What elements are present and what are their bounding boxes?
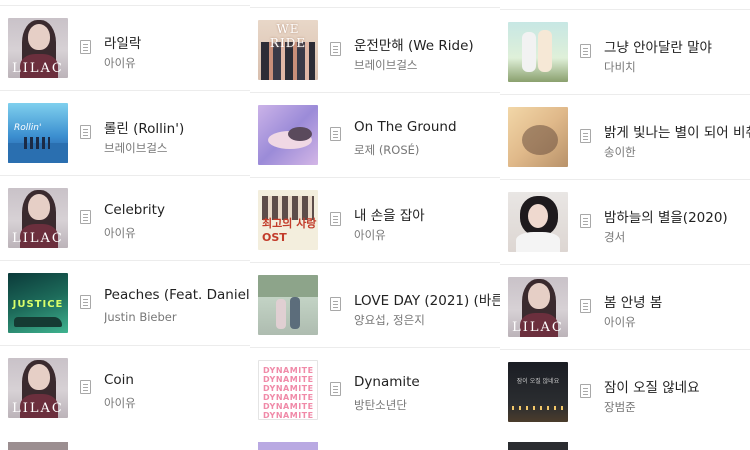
track-artist[interactable]: 다비치 <box>604 59 750 75</box>
track-artist[interactable]: 송이한 <box>604 144 750 160</box>
track-item[interactable]: LILAC Celebrity 아이유 <box>0 175 250 260</box>
track-item[interactable]: LILAC Coin 아이유 <box>0 345 250 430</box>
album-art-partial <box>508 442 568 450</box>
lyrics-icon[interactable] <box>80 380 91 394</box>
album-art-text: 잠이 오질 않네요 <box>516 378 560 385</box>
lyrics-icon[interactable] <box>580 44 591 58</box>
track-artist[interactable]: 아이유 <box>354 227 500 243</box>
track-title[interactable]: Coin <box>104 372 250 388</box>
chart-column-1: LILAC 라일락 아이유 Rollin' 롤린 (Rollin') 브레이브걸… <box>0 0 250 450</box>
lyrics-icon[interactable] <box>580 384 591 398</box>
album-art-text: DYNAMITE <box>263 393 314 402</box>
album-art[interactable] <box>508 107 568 167</box>
album-art-text: DYNAMITE <box>263 375 314 384</box>
lyrics-icon[interactable] <box>330 382 341 396</box>
track-title[interactable]: 밝게 빛나는 별이 되어 비춰줄게 <box>604 121 750 141</box>
track-artist[interactable]: 장범준 <box>604 399 750 415</box>
track-item[interactable]: JUSTICE Peaches (Feat. Daniel Caesar & G… <box>0 260 250 345</box>
album-art[interactable]: Rollin' <box>8 103 68 163</box>
track-artist[interactable]: 양요섭, 정은지 <box>354 312 500 328</box>
album-art-text: DYNAMITE <box>263 366 314 375</box>
track-item[interactable]: LILAC 봄 안녕 봄 아이유 <box>500 264 750 349</box>
track-title[interactable]: 라일락 <box>104 32 250 52</box>
track-item[interactable]: On The Ground 로제 (ROSÉ) <box>250 92 500 177</box>
track-item[interactable]: WE RIDE 운전만해 (We Ride) 브레이브걸스 <box>250 7 500 92</box>
lyrics-icon[interactable] <box>580 299 591 313</box>
album-art[interactable]: DYNAMITE DYNAMITE DYNAMITE DYNAMITE DYNAMITE… <box>258 360 318 420</box>
track-item[interactable]: LOVE DAY (2021) (바른 연애 길잡이 X 양요섭, 정은지) 양… <box>250 262 500 347</box>
track-title[interactable]: On The Ground <box>354 119 500 135</box>
lyrics-icon[interactable] <box>580 129 591 143</box>
track-artist[interactable]: 아이유 <box>104 55 250 71</box>
chart-column-3: 그냥 안아달란 말야 다비치 밝게 빛나는 별이 되어 비춰줄게 송이한 밤하늘… <box>500 0 750 450</box>
lyrics-icon[interactable] <box>80 125 91 139</box>
album-art-text: LILAC <box>12 401 64 416</box>
album-art-text: LILAC <box>12 61 64 76</box>
album-art[interactable]: LILAC <box>508 277 568 337</box>
track-title[interactable]: 밤하늘의 별을(2020) <box>604 206 750 226</box>
track-artist[interactable]: 방탄소년단 <box>354 397 500 413</box>
track-title[interactable]: Peaches (Feat. Daniel Caesar & Giveon) <box>104 287 250 303</box>
album-art-text: LILAC <box>12 231 64 246</box>
lyrics-icon[interactable] <box>330 42 341 56</box>
lyrics-icon[interactable] <box>330 212 341 226</box>
album-art[interactable]: WE RIDE <box>258 20 318 80</box>
track-artist[interactable]: Justin Bieber <box>104 310 250 324</box>
album-art[interactable] <box>508 192 568 252</box>
lyrics-icon[interactable] <box>330 297 341 311</box>
lyrics-icon[interactable] <box>80 295 91 309</box>
track-item[interactable]: 최고의 사랑 OST 내 손을 잡아 아이유 <box>250 177 500 262</box>
lyrics-icon[interactable] <box>330 127 341 141</box>
lyrics-icon[interactable] <box>580 214 591 228</box>
track-item[interactable]: DYNAMITE DYNAMITE DYNAMITE DYNAMITE DYNAMITE… <box>250 347 500 432</box>
track-item[interactable]: 밤하늘의 별을(2020) 경서 <box>500 179 750 264</box>
album-art-text: DYNAMITE <box>263 402 314 411</box>
track-artist[interactable]: 아이유 <box>104 395 250 411</box>
track-artist[interactable]: 아이유 <box>604 314 750 330</box>
track-title[interactable]: Dynamite <box>354 374 500 390</box>
album-art-partial <box>8 442 68 450</box>
track-artist[interactable]: 브레이브걸스 <box>104 140 250 156</box>
track-artist[interactable]: 브레이브걸스 <box>354 57 500 73</box>
track-title[interactable]: 봄 안녕 봄 <box>604 291 750 311</box>
album-art[interactable]: JUSTICE <box>8 273 68 333</box>
album-art[interactable]: 최고의 사랑 OST <box>258 190 318 250</box>
track-title[interactable]: 롤린 (Rollin') <box>104 117 250 137</box>
track-item[interactable]: 그냥 안아달란 말야 다비치 <box>500 9 750 94</box>
track-title[interactable]: Celebrity <box>104 202 250 218</box>
album-art-text: WE RIDE <box>269 22 307 50</box>
track-item[interactable]: Rollin' 롤린 (Rollin') 브레이브걸스 <box>0 90 250 175</box>
album-art[interactable]: 잠이 오질 않네요 <box>508 362 568 422</box>
album-art-text: JUSTICE <box>12 299 64 310</box>
album-art[interactable]: LILAC <box>8 358 68 418</box>
track-item[interactable]: 잠이 오질 않네요 잠이 오질 않네요 장범준 <box>500 349 750 434</box>
album-art[interactable] <box>258 275 318 335</box>
album-art[interactable] <box>258 105 318 165</box>
track-item[interactable]: 밝게 빛나는 별이 되어 비춰줄게 송이한 <box>500 94 750 179</box>
album-art[interactable] <box>508 22 568 82</box>
track-artist[interactable]: 아이유 <box>104 225 250 241</box>
track-title[interactable]: 그냥 안아달란 말야 <box>604 36 750 56</box>
album-art-text: DYNAMITE <box>263 384 314 393</box>
track-artist[interactable]: 로제 (ROSÉ) <box>354 142 500 158</box>
album-art-text: Rollin' <box>14 123 42 133</box>
album-art[interactable]: LILAC <box>8 18 68 78</box>
album-art-text: LILAC <box>512 320 564 335</box>
album-art-text: 최고의 사랑 OST <box>262 217 317 244</box>
chart-column-2: WE RIDE 운전만해 (We Ride) 브레이브걸스 On The Gro… <box>250 0 500 450</box>
track-artist[interactable]: 경서 <box>604 229 750 245</box>
album-art-text: DYNAMITE <box>263 411 314 420</box>
track-title[interactable]: LOVE DAY (2021) (바른 연애 길잡이 X 양요섭, 정은지) <box>354 289 500 309</box>
track-title[interactable]: 운전만해 (We Ride) <box>354 34 500 54</box>
lyrics-icon[interactable] <box>80 40 91 54</box>
track-item[interactable]: LILAC 라일락 아이유 <box>0 5 250 90</box>
track-title[interactable]: 내 손을 잡아 <box>354 204 500 224</box>
album-art[interactable]: LILAC <box>8 188 68 248</box>
album-art-partial <box>258 442 318 450</box>
lyrics-icon[interactable] <box>80 210 91 224</box>
track-title[interactable]: 잠이 오질 않네요 <box>604 376 750 396</box>
